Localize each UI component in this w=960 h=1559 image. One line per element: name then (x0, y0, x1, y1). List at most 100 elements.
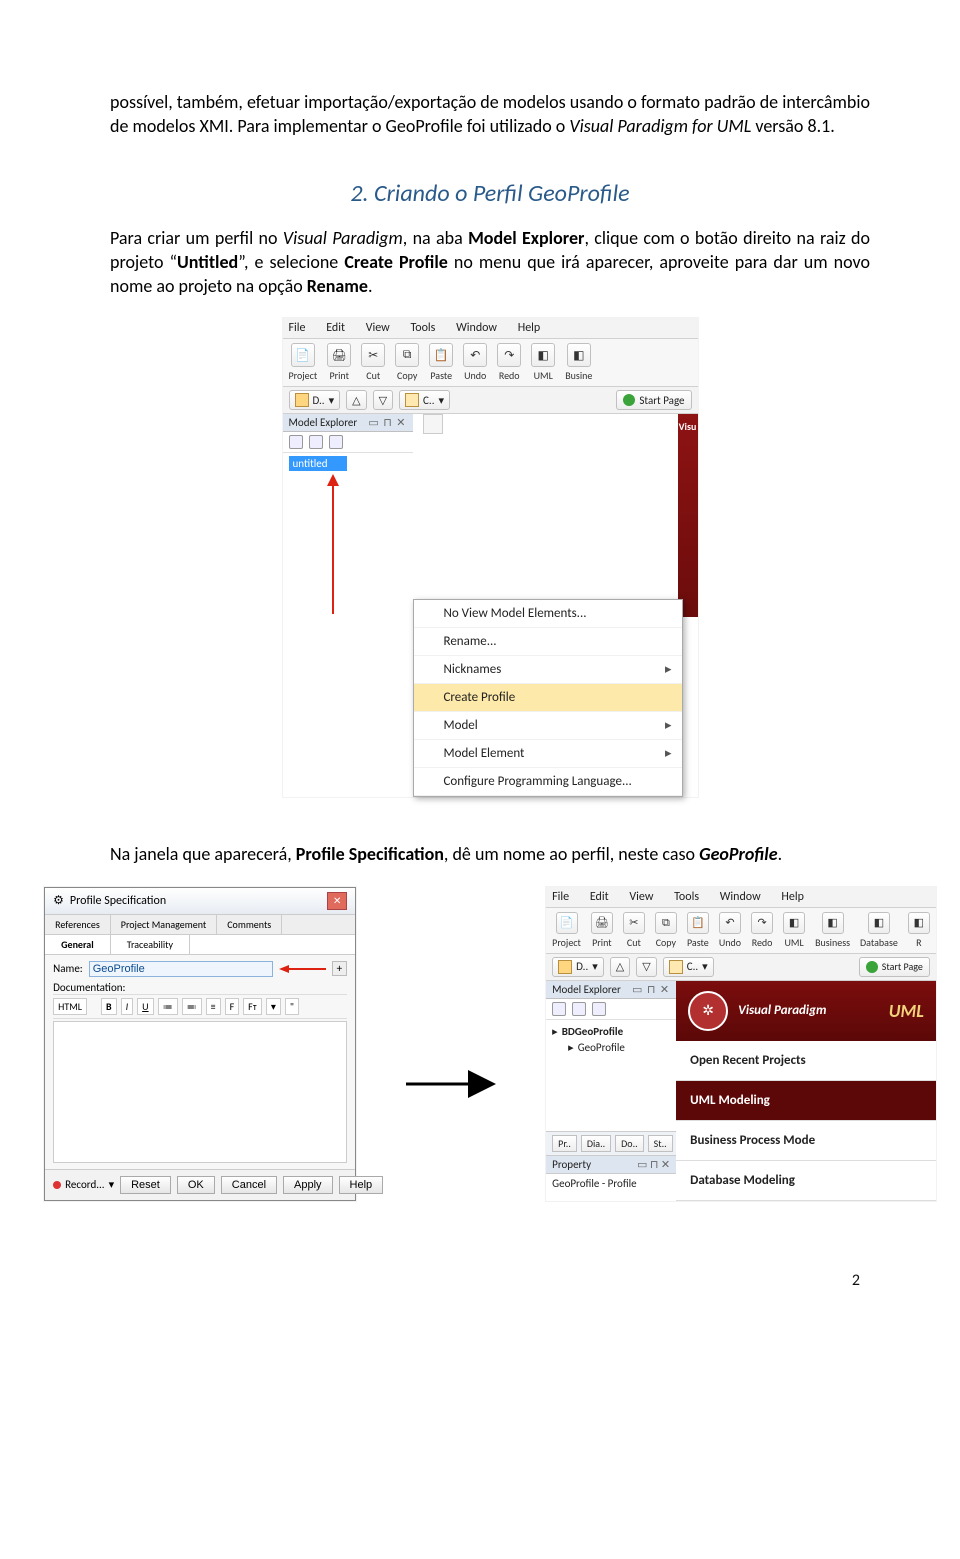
tool-redo[interactable]: ↷Redo (497, 343, 521, 382)
tab-comments[interactable]: Comments (217, 915, 282, 934)
bottab-st[interactable]: St.. (648, 1135, 673, 1152)
tool-redo[interactable]: ↷Redo (751, 912, 773, 949)
tree-node-untitled[interactable]: untitled (289, 456, 347, 471)
start-page-button[interactable]: Start Page (616, 390, 691, 410)
doc-html[interactable]: HTML (53, 998, 87, 1015)
ctx-create-profile[interactable]: Create Profile (414, 684, 682, 712)
doc-align[interactable]: ≡ (206, 998, 221, 1015)
tool-uml[interactable]: ◧UML (783, 912, 805, 949)
tool-copy[interactable]: ⧉Copy (655, 912, 677, 949)
help-button[interactable]: Help (339, 1176, 384, 1194)
menu-file[interactable]: File (289, 321, 306, 335)
hbar-d[interactable]: D..▾ (289, 390, 341, 410)
hbar-c[interactable]: C..▾ (663, 957, 714, 977)
tool-project[interactable]: 📄Project (552, 912, 581, 949)
bottab-do[interactable]: Do.. (615, 1135, 643, 1152)
tree-node-geoprofile[interactable]: ▸ GeoProfile (568, 1040, 670, 1057)
profile-spec-dialog: ⚙ Profile Specification ✕ References Pro… (44, 887, 356, 1201)
menu-file[interactable]: File (552, 890, 569, 904)
link-database-modeling[interactable]: Database Modeling (676, 1161, 936, 1201)
ctx-nicknames[interactable]: Nicknames▸ (414, 656, 682, 684)
tool-undo[interactable]: ↶Undo (719, 912, 741, 949)
tree-node-project[interactable]: ▸ BDGeoProfile (552, 1024, 670, 1041)
ok-button[interactable]: OK (177, 1176, 215, 1194)
menu-edit[interactable]: Edit (326, 321, 345, 335)
hbar-down[interactable]: ▽ (636, 957, 656, 977)
doc-italic[interactable]: I (121, 998, 134, 1015)
ctx-no-view[interactable]: No View Model Elements... (414, 600, 682, 628)
hbar-up[interactable]: △ (610, 957, 630, 977)
doc-font[interactable]: F (225, 998, 240, 1015)
tool-database[interactable]: ◧Database (860, 912, 898, 949)
menu-tools[interactable]: Tools (410, 321, 435, 335)
doc-textarea[interactable] (53, 1021, 347, 1163)
hbar-up[interactable]: △ (346, 390, 366, 410)
menu-edit[interactable]: Edit (590, 890, 609, 904)
menubar: File Edit View Tools Window Help (546, 887, 936, 908)
tool-project[interactable]: 📄Project (289, 343, 318, 382)
menu-window[interactable]: Window (456, 321, 497, 335)
tool-print[interactable]: 🖨Print (591, 912, 613, 949)
link-business-process[interactable]: Business Process Mode (676, 1121, 936, 1161)
doc-fontsize[interactable]: Fᴛ (243, 998, 262, 1015)
tab-project-mgmt[interactable]: Project Management (111, 915, 217, 934)
ctx-model-element[interactable]: Model Element▸ (414, 740, 682, 768)
split-area: Model Explorer▭ ⊓ ✕ ▸ BDGeoProfile ▸ Geo… (546, 981, 936, 1201)
cancel-button[interactable]: Cancel (221, 1176, 277, 1194)
reset-button[interactable]: Reset (120, 1176, 171, 1194)
apply-button[interactable]: Apply (283, 1176, 333, 1194)
doc-list2[interactable]: ≕ (182, 998, 202, 1015)
explorer-icon[interactable] (309, 435, 323, 449)
explorer-icon[interactable] (552, 1002, 566, 1016)
tab-traceability[interactable]: Traceability (111, 935, 190, 954)
tool-business[interactable]: ◧Busine (565, 343, 592, 382)
start-page-button[interactable]: Start Page (859, 957, 930, 977)
dialog-title-text: Profile Specification (70, 894, 166, 908)
hbar-d[interactable]: D..▾ (552, 957, 604, 977)
tool-undo[interactable]: ↶Undo (463, 343, 487, 382)
doc-quote[interactable]: " (285, 998, 299, 1015)
menu-view[interactable]: View (366, 321, 390, 335)
ctx-model[interactable]: Model▸ (414, 712, 682, 740)
close-icon[interactable]: ✕ (327, 892, 347, 910)
hbar-down[interactable]: ▽ (373, 390, 393, 410)
tool-uml[interactable]: ◧UML (531, 343, 555, 382)
tool-paste[interactable]: 📋Paste (687, 912, 709, 949)
ctx-config-lang[interactable]: Configure Programming Language... (414, 768, 682, 796)
tool-cut[interactable]: ✂Cut (361, 343, 385, 382)
explorer-icon[interactable] (329, 435, 343, 449)
hbar-c[interactable]: C..▾ (399, 390, 450, 410)
doc-underline[interactable]: U (137, 998, 153, 1015)
doc-list1[interactable]: ≔ (158, 998, 178, 1015)
tool-cut[interactable]: ✂Cut (623, 912, 645, 949)
name-input[interactable] (89, 961, 273, 977)
doc-bold[interactable]: B (101, 998, 117, 1015)
menu-help[interactable]: Help (518, 321, 541, 335)
tool-copy[interactable]: ⧉Copy (395, 343, 419, 382)
explorer-icon[interactable] (572, 1002, 586, 1016)
red-arrow-left-icon (279, 964, 325, 974)
tool-business[interactable]: ◧Business (815, 912, 850, 949)
tool-paste[interactable]: 📋Paste (429, 343, 453, 382)
link-open-recent[interactable]: Open Recent Projects (676, 1041, 936, 1081)
add-button[interactable]: + (332, 961, 347, 976)
menu-tools[interactable]: Tools (674, 890, 699, 904)
explorer-icon[interactable] (289, 435, 303, 449)
menu-view[interactable]: View (629, 890, 653, 904)
tool-print[interactable]: 🖨Print (327, 343, 351, 382)
tab-general[interactable]: General (45, 935, 111, 954)
record-button[interactable]: Record... ▾ (53, 1178, 114, 1191)
tab-icon[interactable] (423, 414, 443, 434)
bottab-dia[interactable]: Dia.. (581, 1135, 611, 1152)
explorer-icon[interactable] (592, 1002, 606, 1016)
vp-logo-icon: ✲ (688, 991, 728, 1031)
split-area: Model Explorer▭ ⊓ ✕ untitled Visu (283, 414, 698, 617)
bottab-pr[interactable]: Pr.. (552, 1135, 577, 1152)
ctx-rename[interactable]: Rename... (414, 628, 682, 656)
doc-color[interactable]: ▾ (266, 998, 281, 1015)
link-uml-modeling[interactable]: UML Modeling (676, 1081, 936, 1121)
menu-help[interactable]: Help (781, 890, 804, 904)
tab-references[interactable]: References (45, 915, 111, 934)
menu-window[interactable]: Window (720, 890, 761, 904)
tool-r[interactable]: ◧R (908, 912, 930, 949)
